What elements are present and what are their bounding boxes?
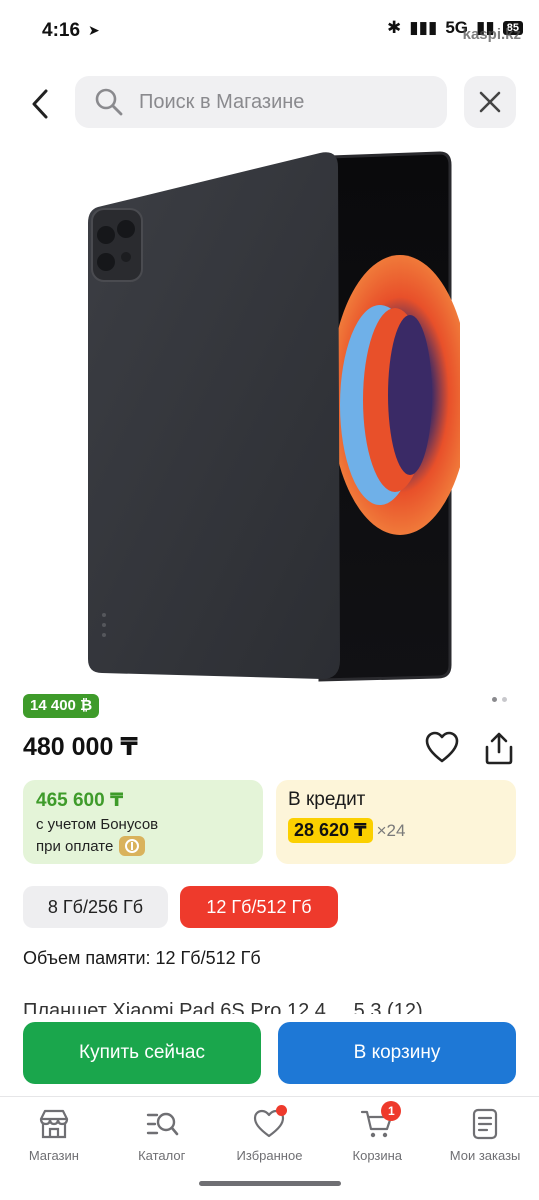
buy-now-button[interactable]: Купить сейчас <box>23 1022 261 1084</box>
search-header: Поиск в Магазине <box>0 76 539 132</box>
credit-amount: 28 620 ₸ <box>288 818 373 843</box>
pagination-dot <box>502 697 507 702</box>
nav-label-store: Магазин <box>28 1148 79 1163</box>
memory-label: Объем памяти: 12 Гб/512 Гб <box>23 948 261 968</box>
bonus-line1: с учетом Бонусов <box>36 816 159 833</box>
favorites-badge-dot <box>275 1105 287 1116</box>
credit-title: В кредит <box>288 789 366 810</box>
option-12-512[interactable]: 12 Гб/512 Гб <box>180 886 338 928</box>
nav-label-catalog: Каталог <box>138 1148 186 1163</box>
home-indicator[interactable] <box>199 1181 341 1186</box>
kaspi-coin-icon <box>119 836 146 856</box>
nav-item-cart[interactable]: 1 Корзина <box>323 1097 431 1172</box>
bonus-badge: 14 400 ₿ <box>23 694 100 718</box>
nav-label-cart: Корзина <box>352 1148 403 1163</box>
heart-icon <box>425 731 459 763</box>
back-arrow-icon <box>32 89 48 119</box>
bonus-price-card[interactable]: 465 600 ₸ с учетом Бонусов при оплате <box>23 780 263 864</box>
image-pagination <box>492 697 507 702</box>
nav-item-catalog[interactable]: Каталог <box>108 1097 216 1172</box>
favorite-button[interactable] <box>424 730 460 764</box>
share-button[interactable] <box>481 730 517 766</box>
nav-item-orders[interactable]: Мои заказы <box>431 1097 539 1172</box>
product-price: 480 000 ₸ <box>23 733 138 761</box>
nav-label-orders: Мои заказы <box>449 1148 521 1163</box>
nav-item-favorites[interactable]: Избранное <box>216 1097 324 1172</box>
nav-label-favorites: Избранное <box>236 1148 303 1163</box>
product-title-partial: Планшет Xiaomi Pad 6S Pro 12.4 ... 5.3 (… <box>23 1000 445 1014</box>
bonus-line2: при оплате <box>36 837 114 855</box>
status-time: 4:16 <box>42 20 81 41</box>
option-8-256[interactable]: 8 Гб/256 Гб <box>23 886 168 928</box>
signal-icon: ▮▮▮ <box>409 18 438 37</box>
bonus-line2-row: при оплате <box>36 836 250 856</box>
close-button[interactable] <box>464 76 516 128</box>
bluetooth-icon: ✱ <box>387 18 402 37</box>
nav-item-store[interactable]: Магазин <box>0 1097 108 1172</box>
catalog-icon <box>146 1112 178 1136</box>
cart-badge: 1 <box>381 1101 402 1121</box>
search-placeholder: Поиск в Магазине <box>139 90 305 113</box>
pagination-dot <box>492 697 497 702</box>
orders-icon <box>472 1108 498 1140</box>
status-bar: 4:16 ➤ ✱ ▮▮▮ 5G ▮▮ 85 kaspi.kz <box>0 0 539 62</box>
search-icon <box>95 88 123 116</box>
credit-card[interactable]: В кредит 28 620 ₸ ×24 <box>276 780 516 864</box>
navigation-arrow-icon: ➤ <box>88 22 100 38</box>
back-button[interactable] <box>20 82 60 126</box>
add-to-cart-button[interactable]: В корзину <box>278 1022 516 1084</box>
store-icon <box>39 1109 68 1139</box>
watermark: kaspi.kz <box>462 26 521 43</box>
credit-months: ×24 <box>376 820 406 840</box>
credit-row: 28 620 ₸ ×24 <box>288 818 504 843</box>
bonus-price: 465 600 ₸ <box>36 790 124 811</box>
share-icon <box>485 732 513 765</box>
close-icon <box>479 91 501 113</box>
bottom-nav: Магазин Каталог Избранное 1 Корзина Мои … <box>0 1096 539 1172</box>
product-image[interactable] <box>80 145 460 690</box>
search-input[interactable]: Поиск в Магазине <box>75 76 447 128</box>
